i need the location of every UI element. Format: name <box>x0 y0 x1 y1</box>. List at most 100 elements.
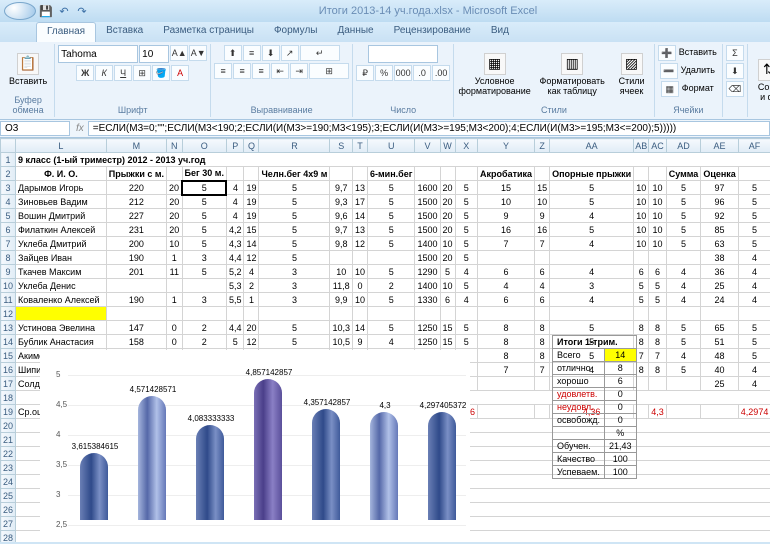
formula-input[interactable] <box>88 121 770 136</box>
indent-dec[interactable]: ⇤ <box>271 63 289 79</box>
tab-review[interactable]: Рецензирование <box>384 22 481 42</box>
cell[interactable] <box>649 251 667 265</box>
cell[interactable]: 5 <box>259 251 330 265</box>
cell[interactable]: 92 <box>701 209 738 223</box>
cell[interactable]: 4,4 <box>226 251 244 265</box>
cell[interactable]: 12 <box>244 335 259 349</box>
cell[interactable]: 85 <box>701 223 738 237</box>
align-bot[interactable]: ⬇ <box>262 45 280 61</box>
cell[interactable]: 9,7 <box>330 181 353 195</box>
cell[interactable]: 5 <box>368 237 415 251</box>
font-color-button[interactable]: A <box>171 65 189 81</box>
percent-button[interactable]: % <box>375 65 393 81</box>
underline-button[interactable]: Ч <box>114 65 132 81</box>
cell[interactable]: 1500 <box>415 223 440 237</box>
cell[interactable]: 231 <box>106 223 166 237</box>
cell[interactable]: 5 <box>738 195 770 209</box>
student-name[interactable] <box>16 307 107 321</box>
number-format[interactable] <box>368 45 438 63</box>
cell[interactable]: 14 <box>353 321 368 335</box>
cell[interactable] <box>738 307 770 321</box>
cell[interactable]: 4 <box>738 363 770 377</box>
cell[interactable]: 1500 <box>415 195 440 209</box>
cell[interactable] <box>634 307 649 321</box>
cell[interactable] <box>226 307 244 321</box>
tab-view[interactable]: Вид <box>481 22 519 42</box>
cell[interactable]: 20 <box>167 195 183 209</box>
cell[interactable]: 9 <box>535 209 550 223</box>
cell[interactable]: 6 <box>478 293 535 307</box>
cell[interactable]: 7 <box>478 237 535 251</box>
cell[interactable]: 4 <box>226 181 244 195</box>
cell[interactable] <box>666 307 701 321</box>
cell[interactable]: 0 <box>353 279 368 293</box>
cell[interactable]: 5 <box>666 363 701 377</box>
cell[interactable]: 4 <box>478 279 535 293</box>
cell[interactable]: 19 <box>244 181 259 195</box>
cell[interactable]: 4 <box>550 265 634 279</box>
cell[interactable]: 9,6 <box>330 209 353 223</box>
cell[interactable]: 5 <box>440 265 455 279</box>
cell[interactable]: 15 <box>535 181 550 195</box>
cell[interactable]: 1400 <box>415 279 440 293</box>
cell[interactable]: 10 <box>353 293 368 307</box>
border-button[interactable]: ⊞ <box>133 65 151 81</box>
cell[interactable] <box>106 279 166 293</box>
cell[interactable]: 4,2 <box>226 223 244 237</box>
chart-bar[interactable] <box>254 379 282 520</box>
cell[interactable] <box>368 307 415 321</box>
cell[interactable] <box>182 307 226 321</box>
cell[interactable]: 2 <box>182 321 226 335</box>
student-name[interactable]: Ткачев Максим <box>16 265 107 279</box>
cell[interactable]: 9,3 <box>330 195 353 209</box>
cell[interactable]: 5 <box>738 335 770 349</box>
cell[interactable]: 97 <box>701 181 738 195</box>
cell[interactable]: 200 <box>106 237 166 251</box>
student-name[interactable]: Зиновьев Вадим <box>16 195 107 209</box>
cell[interactable]: 190 <box>106 251 166 265</box>
cell[interactable]: 5 <box>259 321 330 335</box>
cell[interactable]: 10 <box>535 195 550 209</box>
cell[interactable]: 5 <box>455 181 478 195</box>
tab-layout[interactable]: Разметка страницы <box>153 22 264 42</box>
cell[interactable]: 5 <box>368 195 415 209</box>
cell[interactable]: 20 <box>244 321 259 335</box>
chart-bar[interactable] <box>80 453 108 520</box>
sort-button[interactable]: ⇅Сорт. и ф. <box>751 57 770 105</box>
cell[interactable]: 10 <box>440 237 455 251</box>
cell[interactable] <box>649 377 667 391</box>
table-format-button[interactable]: ▥Форматировать как таблицу <box>534 51 610 99</box>
cell[interactable] <box>440 307 455 321</box>
cell[interactable]: 1500 <box>415 251 440 265</box>
cell[interactable]: 20 <box>167 181 183 195</box>
cell[interactable]: 1330 <box>415 293 440 307</box>
insert-button[interactable]: ➕ <box>658 45 676 61</box>
cell[interactable]: 1600 <box>415 181 440 195</box>
cell[interactable]: 10 <box>353 265 368 279</box>
cell[interactable]: 2 <box>244 279 259 293</box>
cell[interactable]: 1400 <box>415 237 440 251</box>
cell[interactable] <box>182 279 226 293</box>
cell[interactable]: 15 <box>478 181 535 195</box>
cell[interactable] <box>330 307 353 321</box>
cell[interactable]: 11,8 <box>330 279 353 293</box>
cell[interactable]: 10 <box>649 181 667 195</box>
cell[interactable]: 13 <box>353 223 368 237</box>
cell[interactable]: 5 <box>666 237 701 251</box>
cell[interactable] <box>649 307 667 321</box>
cell[interactable]: 10,3 <box>330 321 353 335</box>
cell[interactable]: 5 <box>368 181 415 195</box>
cell[interactable]: 4 <box>550 293 634 307</box>
cell[interactable]: 5 <box>738 181 770 195</box>
cell[interactable] <box>550 251 634 265</box>
tab-insert[interactable]: Вставка <box>96 22 153 42</box>
cell[interactable]: 5 <box>368 209 415 223</box>
cell[interactable]: 220 <box>106 181 166 195</box>
cell[interactable]: 4 <box>738 265 770 279</box>
cell[interactable] <box>353 251 368 265</box>
cell[interactable]: 3 <box>182 293 226 307</box>
cell[interactable]: 15 <box>244 223 259 237</box>
chart-bar[interactable] <box>312 409 340 520</box>
cell[interactable]: 5 <box>455 209 478 223</box>
cell[interactable]: 9 <box>353 335 368 349</box>
